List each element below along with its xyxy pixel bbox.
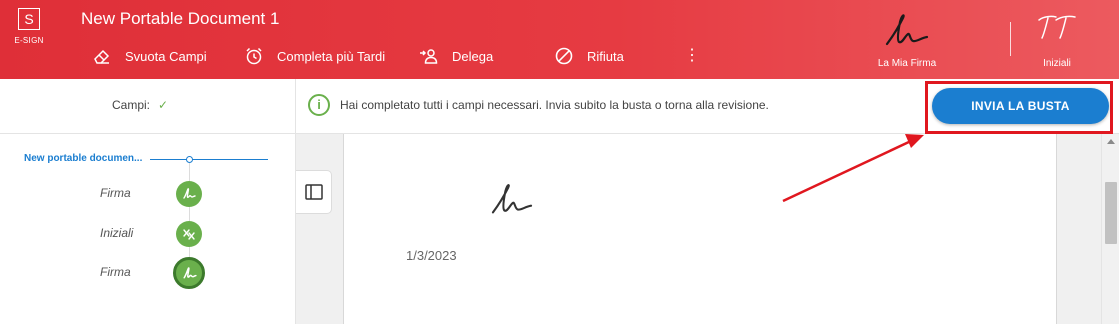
signature-icon (183, 188, 196, 199)
vertical-scrollbar[interactable] (1101, 134, 1119, 324)
scroll-up-arrow-icon[interactable] (1107, 139, 1115, 144)
tree-connector (150, 159, 268, 160)
fields-status: Campi: ✓ (112, 98, 168, 112)
check-icon: ✓ (158, 98, 169, 112)
initials-preview-icon (1038, 15, 1076, 39)
field-label-signature-1: Firma (100, 186, 131, 200)
fields-label: Campi: (112, 98, 151, 112)
signature-date: 1/3/2023 (406, 248, 457, 263)
initials-icon (183, 229, 195, 240)
document-page: 1/3/2023 (343, 134, 1057, 324)
clear-fields-button[interactable]: Svuota Campi (92, 46, 244, 66)
app-logo[interactable]: S E-SIGN (12, 8, 46, 45)
block-icon (555, 47, 573, 65)
header-divider (1010, 22, 1011, 56)
initials-label: Iniziali (1043, 58, 1071, 69)
my-signature-button[interactable]: La Mia Firma (872, 10, 942, 69)
info-icon: i (308, 94, 330, 116)
field-label-initials: Iniziali (100, 226, 134, 240)
field-navigator: New portable documen... Firma Iniziali F… (0, 134, 296, 324)
notification-bar: Campi: ✓ i Hai completato tutti i campi n… (0, 79, 1119, 134)
document-title: New Portable Document 1 (81, 9, 280, 28)
logo-label: E-SIGN (14, 36, 44, 45)
send-envelope-button[interactable]: INVIA LA BUSTA (932, 88, 1109, 124)
toolbar: Svuota Campi Completa più Tardi Delega R… (92, 45, 700, 67)
notification-divider (295, 79, 296, 134)
app-root: S E-SIGN New Portable Document 1 Svuota … (0, 0, 1119, 324)
more-options-icon[interactable]: ⋮ (684, 48, 700, 64)
signed-signature-image (491, 184, 533, 214)
eraser-icon (94, 49, 110, 64)
tree-node-icon (186, 156, 193, 163)
alarm-clock-icon (246, 47, 262, 65)
signature-field-2-button[interactable] (173, 257, 205, 289)
complete-later-label: Completa più Tardi (277, 48, 386, 64)
initials-field-button[interactable] (176, 221, 202, 247)
decline-button[interactable]: Rifiuta (554, 46, 684, 66)
sidebar-toggle-icon (304, 184, 323, 200)
scroll-thumb[interactable] (1105, 182, 1117, 244)
decline-label: Rifiuta (587, 48, 624, 64)
panel-toggle-button[interactable] (296, 170, 332, 214)
tree-document-name[interactable]: New portable documen... (24, 153, 142, 164)
delegate-user-icon (420, 49, 438, 64)
initials-button[interactable]: Iniziali (1027, 10, 1087, 69)
signature-icon (182, 266, 197, 278)
complete-later-button[interactable]: Completa più Tardi (244, 46, 419, 66)
clear-fields-label: Svuota Campi (125, 48, 207, 64)
field-label-signature-2: Firma (100, 265, 131, 279)
completion-message: Hai completato tutti i campi necessari. … (340, 98, 769, 112)
logo-mark: S (18, 8, 40, 30)
app-header: S E-SIGN New Portable Document 1 Svuota … (0, 0, 1119, 79)
delegate-button[interactable]: Delega (419, 46, 554, 66)
signature-preview-icon (885, 14, 929, 46)
delegate-label: Delega (452, 48, 494, 64)
signature-field-1-button[interactable] (176, 181, 202, 207)
my-signature-label: La Mia Firma (877, 58, 937, 69)
